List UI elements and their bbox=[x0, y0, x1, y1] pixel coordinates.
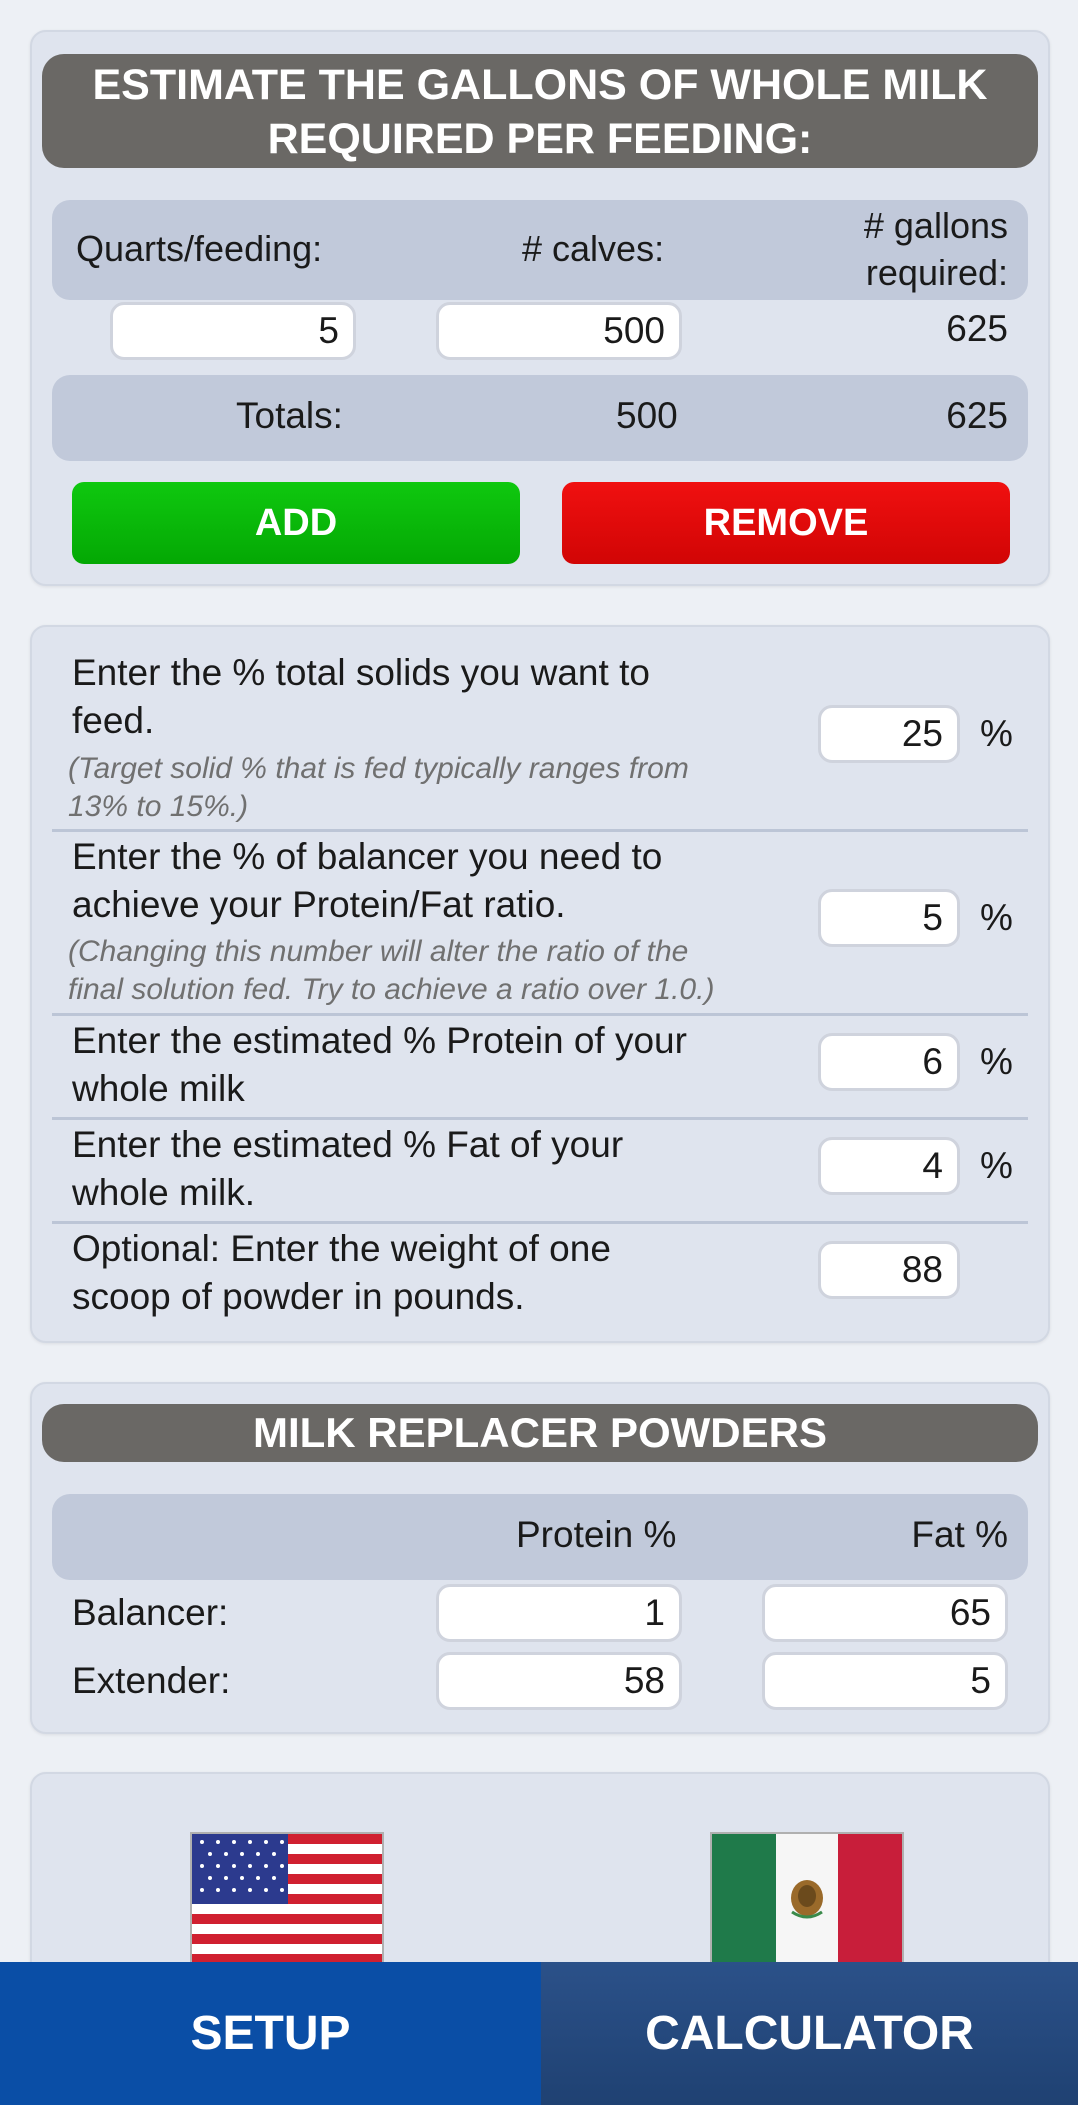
gallons-card: ESTIMATE THE GALLONS OF WHOLE MILK REQUI… bbox=[30, 30, 1050, 586]
balancer-fat-input[interactable]: 65 bbox=[762, 1584, 1008, 1642]
protein-percent-sign: % bbox=[980, 1041, 1013, 1082]
extender-protein-input[interactable]: 58 bbox=[436, 1652, 682, 1710]
col-quarts-label: Quarts/feeding: bbox=[76, 228, 323, 269]
powders-card: MILK REPLACER POWDERS Protein % Fat % Ba… bbox=[30, 1382, 1050, 1734]
balancer-percent-sign: % bbox=[980, 897, 1013, 938]
col-calves-label: # calves: bbox=[522, 228, 665, 269]
balancer-note-line2: final solution fed. Try to achieve a rat… bbox=[68, 973, 715, 1006]
balancer-row-label: Balancer: bbox=[72, 1592, 229, 1633]
fat-prompt-line2: whole milk. bbox=[72, 1172, 255, 1213]
remove-button[interactable]: REMOVE bbox=[562, 482, 1010, 564]
gallons-title-line2: REQUIRED PER FEEDING: bbox=[267, 115, 813, 163]
solids-prompt: Enter the % total solids you want to fee… bbox=[72, 649, 650, 745]
fat-prompt: Enter the estimated % Fat of your whole … bbox=[72, 1121, 623, 1217]
totals-label: Totals: bbox=[236, 395, 343, 436]
col-fat-label: Fat % bbox=[911, 1514, 1008, 1555]
totals-calves: 500 bbox=[616, 395, 678, 436]
col-gallons-line2: required: bbox=[865, 252, 1008, 293]
add-button[interactable]: ADD bbox=[72, 482, 520, 564]
mexico-flag-icon[interactable] bbox=[710, 1832, 904, 1964]
gallons-title-line1: ESTIMATE THE GALLONS OF WHOLE MILK bbox=[92, 61, 988, 109]
protein-input[interactable]: 6 bbox=[818, 1033, 960, 1091]
col-protein-label: Protein % bbox=[516, 1514, 677, 1555]
solids-card: Enter the % total solids you want to fee… bbox=[30, 625, 1050, 1343]
solids-prompt-line1: Enter the % total solids you want to bbox=[72, 652, 650, 693]
balancer-percent-input[interactable]: 5 bbox=[818, 889, 960, 947]
balancer-prompt-line2: achieve your Protein/Fat ratio. bbox=[72, 884, 566, 925]
gallons-required-value: 625 bbox=[946, 308, 1008, 349]
balancer-note: (Changing this number will alter the rat… bbox=[68, 933, 714, 1009]
balancer-protein-input[interactable]: 1 bbox=[436, 1584, 682, 1642]
totals-row: Totals: 500 625 bbox=[52, 375, 1028, 461]
protein-prompt-line2: whole milk bbox=[72, 1068, 245, 1109]
quarts-input[interactable]: 5 bbox=[110, 302, 356, 360]
balancer-prompt: Enter the % of balancer you need to achi… bbox=[72, 833, 662, 929]
scoop-prompt-line1: Optional: Enter the weight of one bbox=[72, 1228, 611, 1269]
divider bbox=[52, 829, 1028, 832]
us-flag-icon[interactable] bbox=[190, 1832, 384, 1964]
powders-column-header: Protein % Fat % bbox=[52, 1494, 1028, 1580]
divider bbox=[52, 1221, 1028, 1224]
scoop-weight-input[interactable]: 88 bbox=[818, 1241, 960, 1299]
totals-gallons: 625 bbox=[946, 395, 1008, 436]
col-gallons-line1: # gallons bbox=[863, 205, 1008, 246]
col-gallons-label: # gallons required: bbox=[864, 202, 1008, 296]
powders-card-title: MILK REPLACER POWDERS bbox=[42, 1404, 1038, 1462]
fat-percent-sign: % bbox=[980, 1145, 1013, 1186]
scoop-prompt: Optional: Enter the weight of one scoop … bbox=[72, 1225, 611, 1321]
balancer-prompt-line1: Enter the % of balancer you need to bbox=[72, 836, 663, 877]
divider bbox=[52, 1117, 1028, 1120]
tab-setup[interactable]: SETUP bbox=[0, 1962, 541, 2105]
scoop-prompt-line2: scoop of powder in pounds. bbox=[72, 1276, 525, 1317]
solids-percent-sign: % bbox=[980, 713, 1013, 754]
fat-prompt-line1: Enter the estimated % Fat of your bbox=[72, 1124, 624, 1165]
bottom-nav: SETUP CALCULATOR bbox=[0, 1962, 1078, 2105]
protein-prompt-line1: Enter the estimated % Protein of your bbox=[72, 1020, 687, 1061]
solids-note-line1: (Target solid % that is fed typically ra… bbox=[68, 752, 689, 785]
extender-fat-input[interactable]: 5 bbox=[762, 1652, 1008, 1710]
gallons-card-title: ESTIMATE THE GALLONS OF WHOLE MILK REQUI… bbox=[42, 54, 1038, 168]
solids-prompt-line2: feed. bbox=[72, 700, 155, 741]
extender-row-label: Extender: bbox=[72, 1660, 231, 1701]
solids-note: (Target solid % that is fed typically ra… bbox=[68, 750, 689, 826]
fat-input[interactable]: 4 bbox=[818, 1137, 960, 1195]
calves-input[interactable]: 500 bbox=[436, 302, 682, 360]
balancer-note-line1: (Changing this number will alter the rat… bbox=[68, 935, 689, 968]
solids-note-line2: 13% to 15%.) bbox=[68, 790, 249, 823]
gallons-column-header: Quarts/feeding: # calves: # gallons requ… bbox=[52, 200, 1028, 300]
solids-input[interactable]: 25 bbox=[818, 705, 960, 763]
protein-prompt: Enter the estimated % Protein of your wh… bbox=[72, 1017, 687, 1113]
tab-calculator[interactable]: CALCULATOR bbox=[541, 1962, 1078, 2105]
divider bbox=[52, 1013, 1028, 1016]
